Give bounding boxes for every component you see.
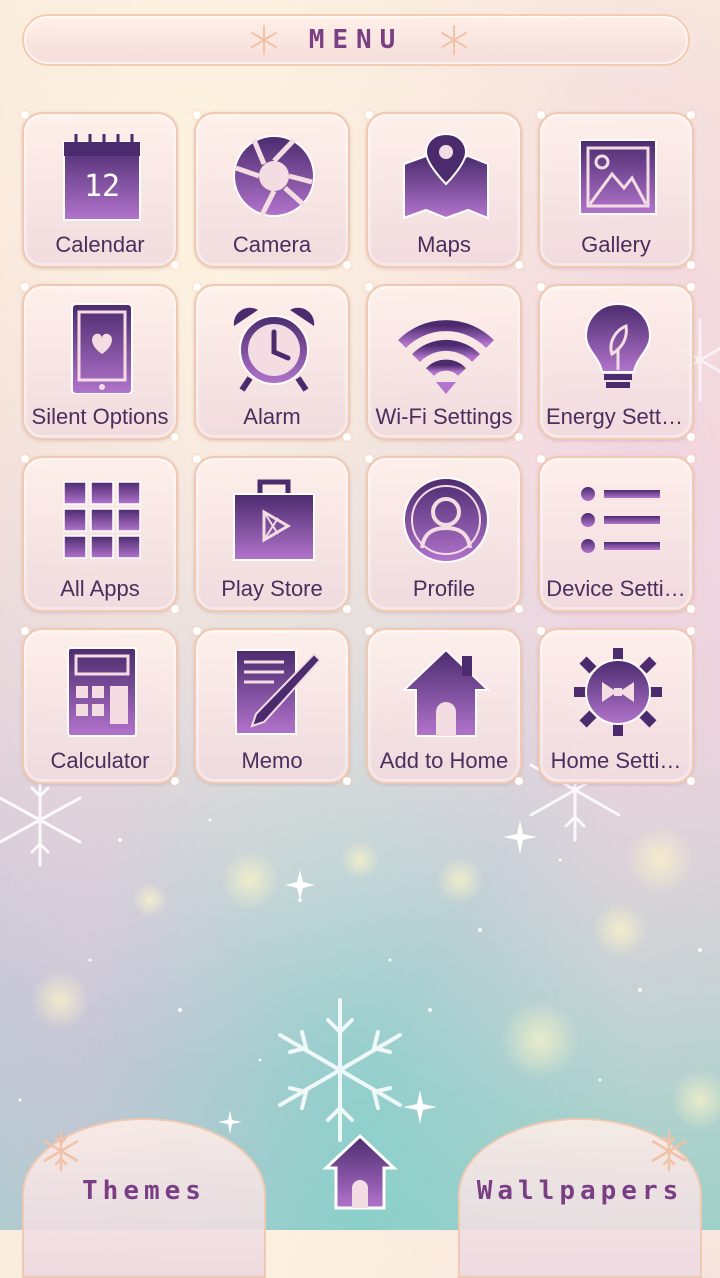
app-tile-camera[interactable]: Camera — [193, 111, 351, 269]
app-label: Silent Options — [31, 404, 169, 429]
app-label: Maps — [417, 232, 471, 257]
profile-avatar-icon — [403, 477, 489, 563]
calculator-icon — [67, 647, 137, 737]
themes-label: Themes — [82, 1176, 206, 1206]
gear-bow-icon — [574, 648, 662, 736]
grid-icon — [63, 481, 141, 559]
app-tile-add-to-home[interactable]: Add to Home — [365, 627, 523, 785]
wifi-icon — [398, 320, 494, 394]
calendar-icon: 12 — [63, 134, 141, 221]
house-icon — [401, 648, 491, 737]
app-tile-maps[interactable]: Maps — [365, 111, 523, 269]
app-tile-alarm[interactable]: Alarm — [193, 283, 351, 441]
app-tile-calculator[interactable]: Calculator — [21, 627, 179, 785]
wallpapers-label: Wallpapers — [476, 1176, 684, 1206]
phone-heart-icon — [71, 303, 133, 394]
app-label: Camera — [232, 232, 312, 257]
memo-pencil-icon — [235, 649, 322, 735]
app-tile-gallery[interactable]: Gallery — [537, 111, 695, 269]
map-pin-icon — [403, 132, 489, 220]
snowflake-icon — [441, 25, 467, 55]
app-tile-all-apps[interactable]: All Apps — [21, 455, 179, 613]
app-tile-wifi-settings[interactable]: Wi-Fi Settings — [365, 283, 523, 441]
menu-header: MENU — [22, 14, 690, 66]
snowflake-icon — [251, 25, 277, 55]
snowflake-icon — [651, 1130, 687, 1172]
app-label: Play Store — [221, 576, 323, 601]
list-icon — [581, 487, 660, 553]
app-label: Profile — [412, 576, 476, 601]
app-tile-memo[interactable]: Memo — [193, 627, 351, 785]
app-tile-profile[interactable]: Profile — [365, 455, 523, 613]
camera-shutter-icon — [233, 135, 315, 217]
app-tile-device-settings[interactable]: Device Setti… — [537, 455, 695, 613]
wallpapers-button[interactable]: Wallpapers — [458, 1118, 702, 1278]
app-tile-home-settings[interactable]: Home Setti… — [537, 627, 695, 785]
app-tile-calendar[interactable]: 12 Calendar — [21, 111, 179, 269]
app-label: Alarm — [243, 404, 301, 429]
app-label: Calendar — [55, 232, 145, 257]
app-tile-energy-settings[interactable]: Energy Setti… — [537, 283, 695, 441]
app-label: Memo — [241, 748, 303, 773]
lightbulb-icon — [584, 302, 652, 388]
app-tile-silent-options[interactable]: Silent Options — [21, 283, 179, 441]
app-label: Wi-Fi Settings — [375, 404, 513, 429]
app-label: Gallery — [581, 232, 651, 257]
calendar-day: 12 — [84, 169, 120, 204]
app-label: Energy Setti… — [546, 404, 688, 429]
snowflake-icon — [43, 1130, 79, 1172]
app-label: Device Setti… — [546, 576, 686, 601]
app-label: Home Setti… — [550, 748, 682, 773]
play-store-bag-icon — [233, 479, 315, 561]
themes-button[interactable]: Themes — [22, 1118, 266, 1278]
home-button[interactable] — [322, 1132, 398, 1212]
app-label: Calculator — [50, 748, 150, 773]
menu-title: MENU — [308, 25, 404, 55]
gallery-image-icon — [579, 139, 657, 215]
alarm-clock-icon — [233, 307, 315, 392]
app-label: All Apps — [60, 576, 140, 601]
app-tile-play-store[interactable]: Play Store — [193, 455, 351, 613]
app-label: Add to Home — [379, 748, 509, 773]
